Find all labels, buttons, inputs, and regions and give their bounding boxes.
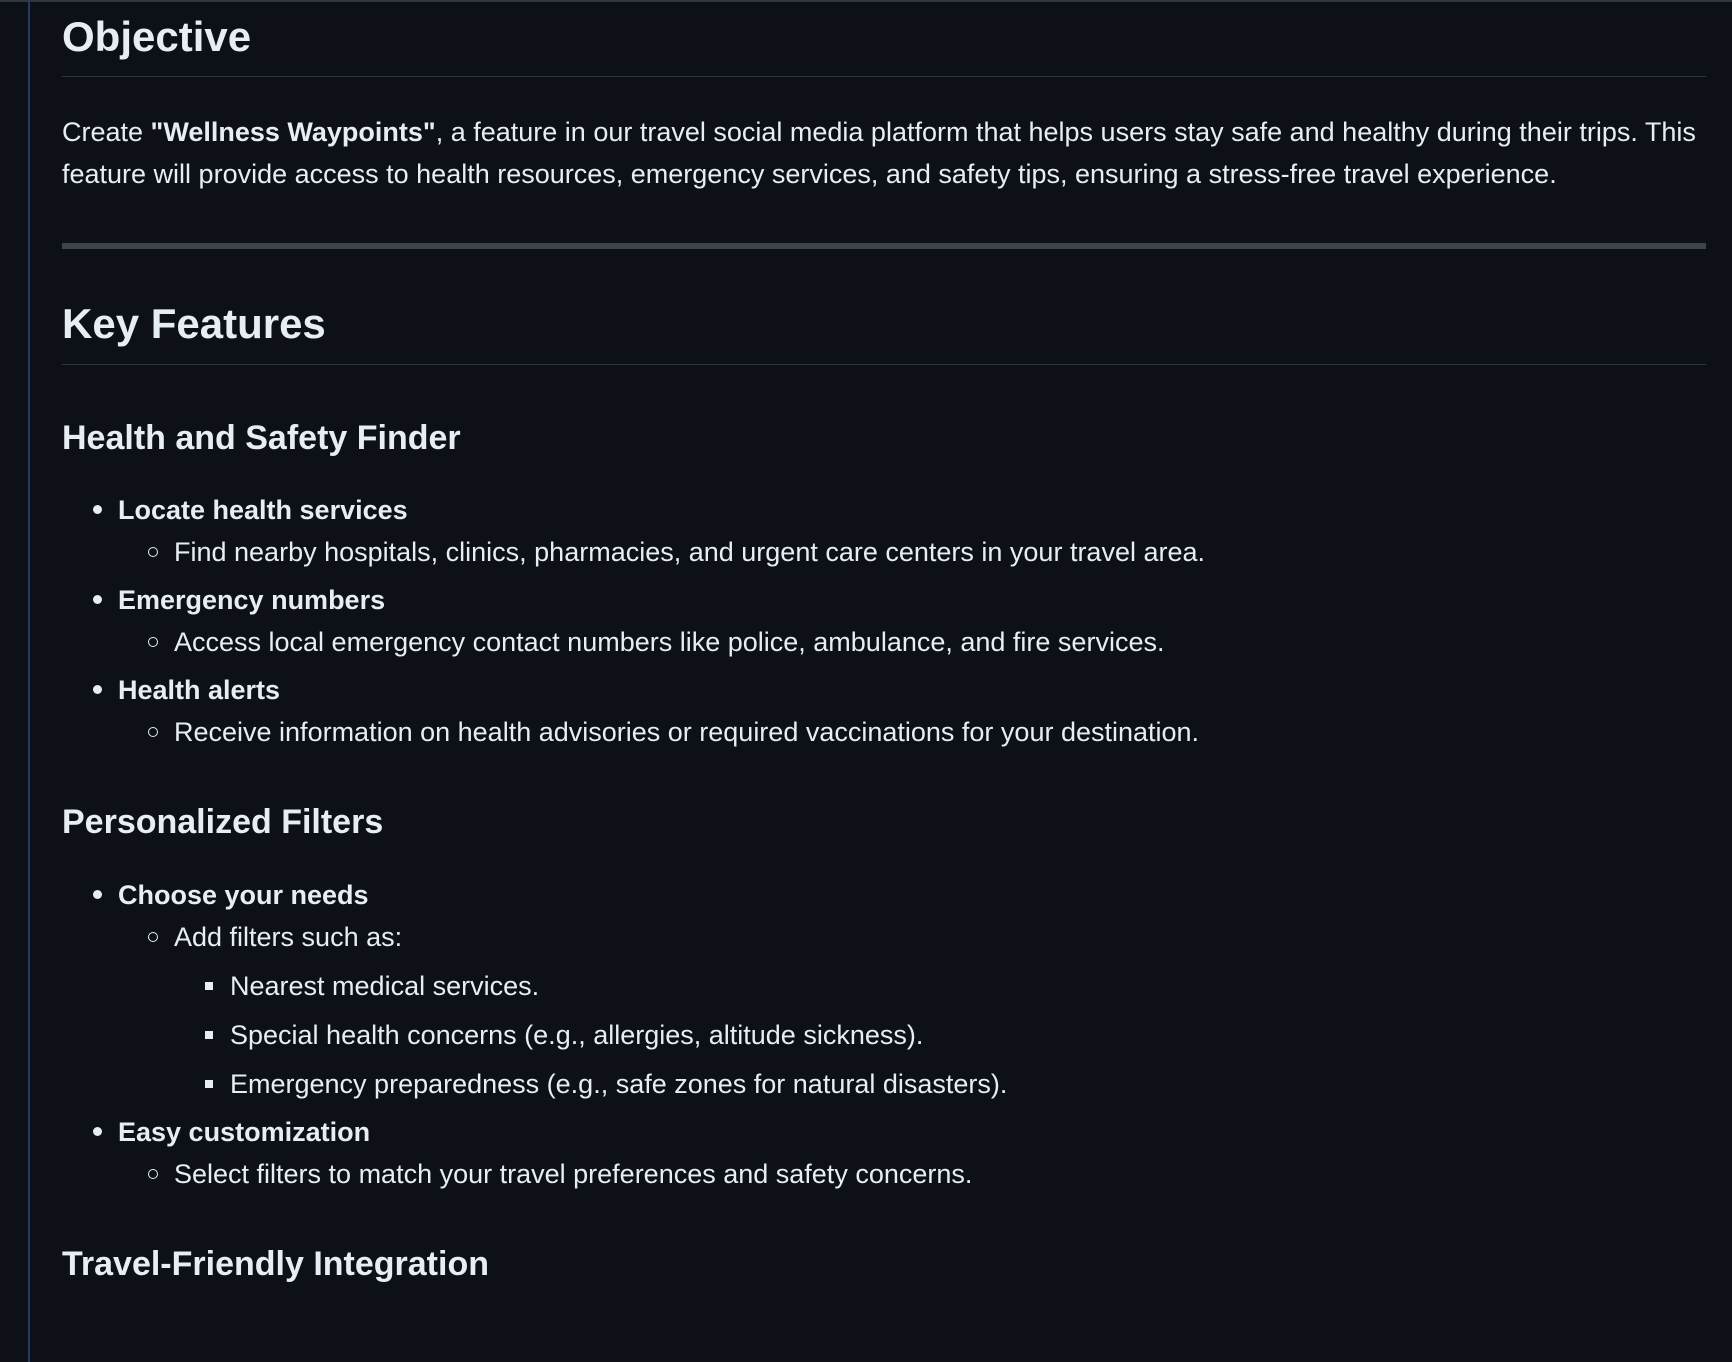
- sub-list: Select filters to match your travel pref…: [118, 1153, 1706, 1195]
- list-item: Locate health services Find nearby hospi…: [62, 489, 1706, 573]
- personalized-filters-list: Choose your needs Add filters such as: N…: [62, 874, 1706, 1195]
- list-item-title: Easy customization: [118, 1116, 371, 1147]
- key-features-heading: Key Features: [62, 299, 1706, 365]
- filter-item: Emergency preparedness (e.g., safe zones…: [174, 1063, 1706, 1105]
- sub-list-item: Receive information on health advisories…: [118, 711, 1706, 753]
- list-item: Emergency numbers Access local emergency…: [62, 579, 1706, 663]
- travel-friendly-heading: Travel-Friendly Integration: [62, 1244, 489, 1283]
- filter-item: Nearest medical services.: [174, 965, 1706, 1007]
- left-rail: [28, 0, 30, 1362]
- list-item-title: Locate health services: [118, 495, 408, 526]
- sub-list-item: Access local emergency contact numbers l…: [118, 621, 1706, 663]
- list-item: Easy customization Select filters to mat…: [62, 1111, 1706, 1195]
- sub-list: Receive information on health advisories…: [118, 711, 1706, 753]
- objective-feature-name: "Wellness Waypoints": [150, 117, 436, 148]
- sub-list-item-text: Add filters such as:: [174, 921, 403, 952]
- section-divider: [62, 243, 1706, 250]
- list-item: Health alerts Receive information on hea…: [62, 669, 1706, 753]
- list-item-title: Health alerts: [118, 675, 281, 706]
- filter-item: Special health concerns (e.g., allergies…: [174, 1014, 1706, 1056]
- objective-paragraph: Create "Wellness Waypoints", a feature i…: [62, 111, 1706, 195]
- sub-list-item: Find nearby hospitals, clinics, pharmaci…: [118, 531, 1706, 573]
- sub-list: Add filters such as: Nearest medical ser…: [118, 916, 1706, 1105]
- health-safety-list: Locate health services Find nearby hospi…: [62, 489, 1706, 753]
- health-safety-heading: Health and Safety Finder: [62, 418, 461, 457]
- sub-list-item: Add filters such as: Nearest medical ser…: [118, 916, 1706, 1105]
- objective-prefix: Create: [62, 117, 151, 148]
- list-item: Choose your needs Add filters such as: N…: [62, 874, 1706, 1105]
- sub-list: Access local emergency contact numbers l…: [118, 621, 1706, 663]
- list-item-title: Emergency numbers: [118, 585, 386, 616]
- filter-list: Nearest medical services. Special health…: [174, 965, 1706, 1105]
- objective-heading: Objective: [62, 0, 1706, 78]
- sub-list: Find nearby hospitals, clinics, pharmaci…: [118, 531, 1706, 573]
- list-item-title: Choose your needs: [118, 879, 369, 910]
- sub-list-item: Select filters to match your travel pref…: [118, 1153, 1706, 1195]
- markdown-body: Objective Create "Wellness Waypoints", a…: [62, 0, 1706, 1285]
- personalized-filters-heading: Personalized Filters: [62, 803, 384, 842]
